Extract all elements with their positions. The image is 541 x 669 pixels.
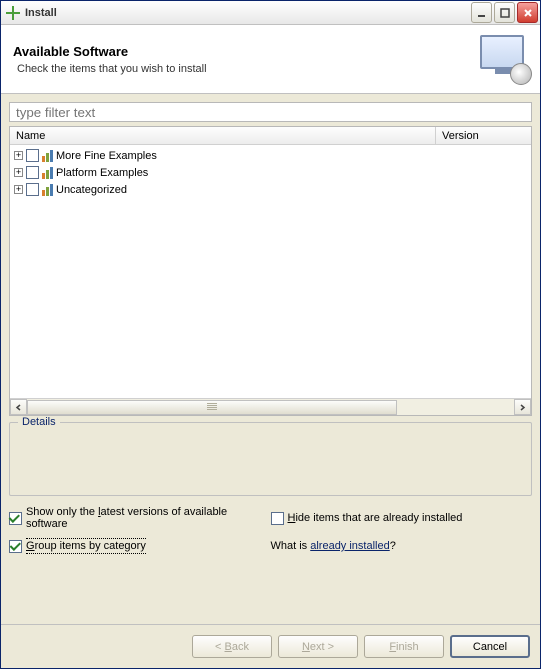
column-version[interactable]: Version	[436, 127, 531, 144]
install-dialog: Install Available Software Check the ite…	[0, 0, 541, 669]
option-group-category: Group items by category	[9, 538, 271, 554]
column-name[interactable]: Name	[10, 127, 436, 144]
option-what-is: What is already installed?	[271, 538, 533, 554]
details-panel: Details	[9, 422, 532, 496]
tree-item[interactable]: + Uncategorized	[10, 181, 531, 198]
maximize-button[interactable]	[494, 2, 515, 23]
install-icon	[5, 5, 21, 21]
option-hide-installed: Hide items that are already installed	[271, 506, 533, 530]
hide-installed-checkbox[interactable]	[271, 512, 284, 525]
scroll-left-icon[interactable]	[10, 399, 27, 415]
expand-icon[interactable]: +	[14, 151, 23, 160]
content-area: Name Version + More Fine Examples + Plat…	[1, 94, 540, 624]
item-checkbox[interactable]	[26, 166, 39, 179]
scroll-track[interactable]	[27, 399, 514, 415]
options-area: Show only the latest versions of availab…	[9, 506, 532, 554]
software-tree: Name Version + More Fine Examples + Plat…	[9, 126, 532, 416]
item-label: Uncategorized	[56, 184, 127, 196]
close-button[interactable]	[517, 2, 538, 23]
wizard-banner: Available Software Check the items that …	[1, 25, 540, 94]
tree-body: + More Fine Examples + Platform Examples…	[10, 145, 531, 398]
scroll-right-icon[interactable]	[514, 399, 531, 415]
minimize-button[interactable]	[471, 2, 492, 23]
tree-item[interactable]: + More Fine Examples	[10, 147, 531, 164]
item-checkbox[interactable]	[26, 183, 39, 196]
back-button[interactable]: < Back	[192, 635, 272, 658]
button-bar: < Back Next > Finish Cancel	[1, 624, 540, 668]
item-label: Platform Examples	[56, 167, 148, 179]
finish-button[interactable]: Finish	[364, 635, 444, 658]
horizontal-scrollbar[interactable]	[10, 398, 531, 415]
next-button[interactable]: Next >	[278, 635, 358, 658]
category-icon	[42, 167, 53, 179]
what-is-label: What is already installed?	[271, 540, 396, 552]
group-category-checkbox[interactable]	[9, 540, 22, 553]
banner-subtitle: Check the items that you wish to install	[17, 63, 480, 75]
expand-icon[interactable]: +	[14, 168, 23, 177]
titlebar: Install	[1, 1, 540, 25]
group-category-label: Group items by category	[26, 538, 146, 554]
tree-header: Name Version	[10, 127, 531, 145]
banner-title: Available Software	[13, 44, 480, 59]
tree-item[interactable]: + Platform Examples	[10, 164, 531, 181]
item-checkbox[interactable]	[26, 149, 39, 162]
already-installed-link[interactable]: already installed	[310, 540, 390, 552]
show-latest-checkbox[interactable]	[9, 512, 22, 525]
hide-installed-label: Hide items that are already installed	[288, 512, 463, 524]
expand-icon[interactable]: +	[14, 185, 23, 194]
category-icon	[42, 150, 53, 162]
option-show-latest: Show only the latest versions of availab…	[9, 506, 271, 530]
install-wizard-icon	[480, 35, 528, 83]
item-label: More Fine Examples	[56, 150, 157, 162]
window-title: Install	[25, 7, 471, 19]
cancel-button[interactable]: Cancel	[450, 635, 530, 658]
filter-input[interactable]	[9, 102, 532, 122]
details-legend: Details	[18, 416, 60, 428]
show-latest-label: Show only the latest versions of availab…	[26, 506, 271, 530]
scroll-thumb[interactable]	[27, 400, 397, 415]
category-icon	[42, 184, 53, 196]
